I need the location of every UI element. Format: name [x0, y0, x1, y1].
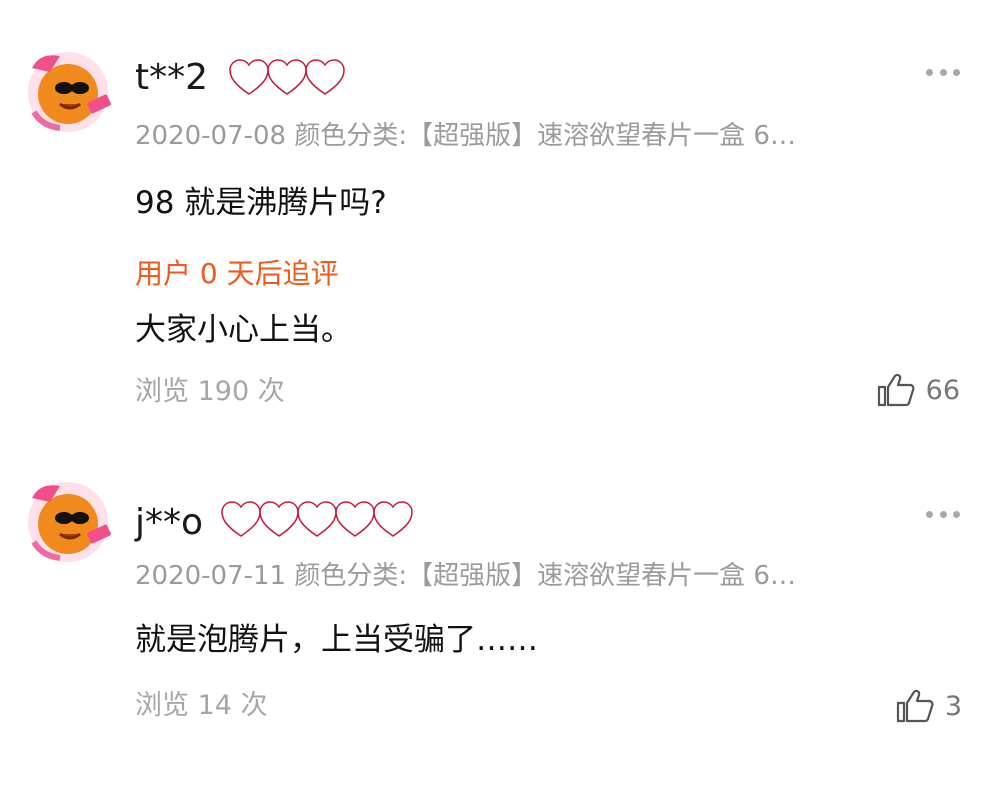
- review-card: j**o 2020-07-11 颜色分类:【超强版】速溶欲望春片一盒 6… 就是…: [0, 0, 1000, 790]
- more-dots-icon[interactable]: [926, 509, 960, 519]
- heart-level-icon: [296, 500, 338, 538]
- view-count: 浏览 14 次: [135, 690, 268, 721]
- review-meta: 2020-07-11 颜色分类:【超强版】速溶欲望春片一盒 6…: [135, 563, 796, 589]
- heart-level-icon: [220, 500, 262, 538]
- thumbs-up-icon: [896, 689, 934, 723]
- product-variant: 【超强版】速溶欲望春片一盒 6…: [407, 561, 796, 591]
- user-avatar[interactable]: [20, 472, 116, 568]
- review-date: 2020-07-11: [135, 561, 287, 591]
- heart-level-icon: [258, 500, 300, 538]
- heart-level-icon: [334, 500, 376, 538]
- user-level-hearts: [220, 500, 410, 538]
- meta-label: 颜色分类:: [294, 561, 408, 591]
- heart-level-icon: [372, 500, 414, 538]
- like-button[interactable]: 3: [895, 688, 962, 724]
- username[interactable]: j**o: [135, 505, 203, 541]
- like-count: 3: [944, 690, 962, 722]
- review-content: 就是泡腾片，上当受骗了……: [135, 622, 538, 658]
